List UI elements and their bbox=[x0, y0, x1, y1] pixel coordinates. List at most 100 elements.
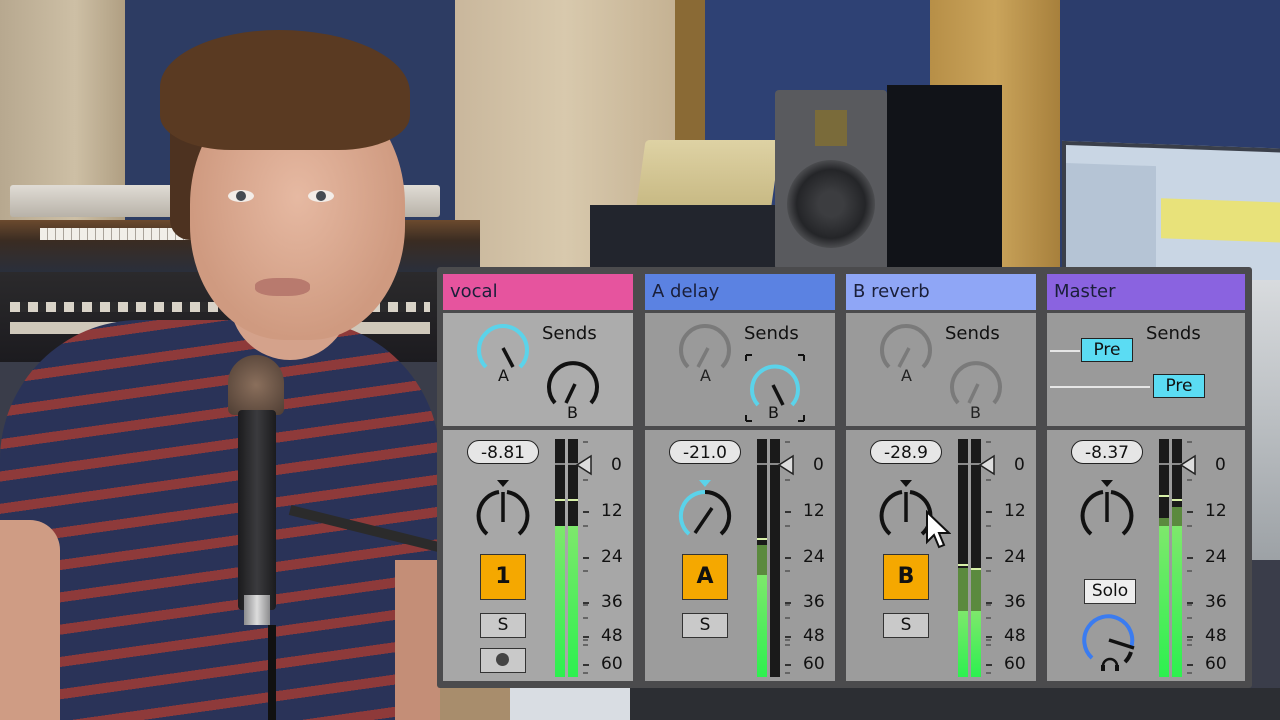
scale-tick-minor bbox=[785, 441, 790, 443]
arm-record-button[interactable] bbox=[480, 648, 526, 673]
scale-tick-minor bbox=[1187, 672, 1192, 674]
meter-left bbox=[958, 439, 968, 677]
scale-tick bbox=[785, 664, 791, 666]
mixer-section: -8.81 1 S 0 12 24 36 48 60 bbox=[443, 430, 633, 681]
mouse-cursor-icon bbox=[926, 510, 951, 549]
meter-level-fill bbox=[1159, 526, 1169, 677]
send-a-label: A bbox=[700, 366, 711, 385]
zero-db-marker-icon[interactable] bbox=[1179, 454, 1197, 476]
track-activator-button[interactable]: A bbox=[682, 554, 728, 600]
solo-cue-button[interactable]: Solo bbox=[1084, 579, 1136, 604]
sends-label: Sends bbox=[945, 323, 1000, 344]
pre-post-toggle-b[interactable]: Pre bbox=[1153, 374, 1205, 398]
channel-strip-master: Master Sends Pre Pre -8.37 Solo 0 12 24 … bbox=[1041, 267, 1245, 688]
pan-knob[interactable] bbox=[1077, 478, 1137, 542]
volume-scale: 0 12 24 36 48 60 bbox=[1179, 439, 1235, 679]
zero-db-marker-icon[interactable] bbox=[777, 454, 795, 476]
meter-clip-separator bbox=[555, 463, 565, 465]
cue-volume-knob[interactable] bbox=[1079, 610, 1141, 672]
track-title-bar[interactable]: Master bbox=[1047, 274, 1245, 310]
scale-tick bbox=[583, 636, 589, 638]
presenter-hair bbox=[160, 30, 410, 150]
laptop-screen bbox=[1062, 140, 1280, 288]
scale-tick bbox=[785, 511, 791, 513]
pan-center-marker bbox=[1101, 480, 1113, 487]
scale-label: 60 bbox=[803, 654, 825, 674]
scale-label: 36 bbox=[1205, 592, 1227, 612]
meter-level-fill bbox=[555, 526, 565, 677]
scale-label: 24 bbox=[803, 547, 825, 567]
pan-knob[interactable] bbox=[473, 478, 533, 542]
scale-tick-minor bbox=[785, 570, 790, 572]
volume-value[interactable]: -28.9 bbox=[870, 440, 942, 464]
zero-db-marker-icon[interactable] bbox=[978, 454, 996, 476]
scale-label: 60 bbox=[1004, 654, 1026, 674]
scale-tick-minor bbox=[785, 644, 790, 646]
track-activator-button[interactable]: B bbox=[883, 554, 929, 600]
scale-tick-minor bbox=[1187, 525, 1192, 527]
scale-label: 12 bbox=[803, 501, 825, 521]
volume-scale: 0 12 24 36 48 60 bbox=[777, 439, 833, 679]
meter-peak-line bbox=[1159, 495, 1169, 498]
track-title-bar[interactable]: A delay bbox=[645, 274, 835, 310]
scale-tick bbox=[986, 557, 992, 559]
send-b-label: B bbox=[567, 403, 578, 422]
pre-post-toggle-a[interactable]: Pre bbox=[1081, 338, 1133, 362]
meter-level-fill bbox=[757, 575, 767, 677]
send-line bbox=[1050, 350, 1080, 352]
scale-tick-minor bbox=[583, 570, 588, 572]
volume-value[interactable]: -8.37 bbox=[1071, 440, 1143, 464]
scale-tick-minor bbox=[583, 617, 588, 619]
presenter-arm bbox=[0, 520, 60, 720]
laptop-body bbox=[1250, 280, 1280, 560]
microphone-body bbox=[238, 410, 276, 610]
scale-tick-minor bbox=[785, 479, 790, 481]
scale-label: 0 bbox=[611, 455, 622, 475]
scale-label: 36 bbox=[1004, 592, 1026, 612]
scale-tick-minor bbox=[986, 617, 991, 619]
meter-peak-line bbox=[555, 499, 565, 502]
mixer-panel: vocal Sends A B -8.81 1 S 0 12 24 36 48 … bbox=[437, 267, 1252, 688]
speaker-cabinet bbox=[887, 85, 1002, 275]
knob-pointer bbox=[501, 347, 515, 368]
desk bbox=[590, 205, 790, 270]
knob-pointer bbox=[897, 347, 911, 368]
meter-clip-separator bbox=[958, 463, 968, 465]
send-b-label: B bbox=[768, 403, 779, 422]
pan-knob[interactable] bbox=[675, 478, 735, 542]
track-title-bar[interactable]: B reverb bbox=[846, 274, 1036, 310]
scale-label: 48 bbox=[803, 626, 825, 646]
scale-label: 48 bbox=[601, 626, 623, 646]
xlr-connector bbox=[244, 595, 270, 625]
microphone-head bbox=[228, 355, 284, 415]
track-title-bar[interactable]: vocal bbox=[443, 274, 633, 310]
scale-tick bbox=[583, 557, 589, 559]
scale-tick-minor bbox=[1187, 441, 1192, 443]
mic-cable bbox=[268, 625, 276, 720]
scale-tick-minor bbox=[583, 639, 588, 641]
mixer-section: -8.37 Solo 0 12 24 36 48 60 bbox=[1047, 430, 1245, 681]
volume-value[interactable]: -8.81 bbox=[467, 440, 539, 464]
scale-tick-minor bbox=[583, 479, 588, 481]
scale-label: 12 bbox=[601, 501, 623, 521]
scale-tick-minor bbox=[986, 644, 991, 646]
send-b-label: B bbox=[970, 403, 981, 422]
solo-button[interactable]: S bbox=[682, 613, 728, 638]
sends-label: Sends bbox=[744, 323, 799, 344]
meter-clip-separator bbox=[757, 463, 767, 465]
desk-equipment bbox=[440, 688, 1280, 720]
solo-button[interactable]: S bbox=[883, 613, 929, 638]
scale-label: 0 bbox=[1215, 455, 1226, 475]
sends-section: Sends A B bbox=[846, 313, 1036, 426]
scale-tick bbox=[785, 557, 791, 559]
track-activator-button[interactable]: 1 bbox=[480, 554, 526, 600]
headphones-icon bbox=[1101, 657, 1119, 671]
send-a-label: A bbox=[901, 366, 912, 385]
volume-value[interactable]: -21.0 bbox=[669, 440, 741, 464]
solo-button[interactable]: S bbox=[480, 613, 526, 638]
scale-tick-minor bbox=[785, 525, 790, 527]
scale-tick bbox=[583, 664, 589, 666]
zero-db-marker-icon[interactable] bbox=[575, 454, 593, 476]
scale-tick-minor bbox=[785, 604, 790, 606]
meter-left bbox=[555, 439, 565, 677]
